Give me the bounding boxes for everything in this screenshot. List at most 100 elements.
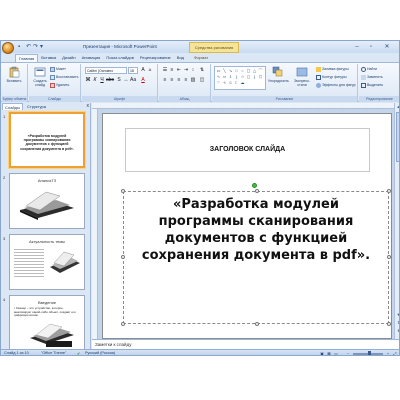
italic-icon[interactable]: К (92, 77, 98, 83)
moon-shape-icon[interactable]: ☾ (234, 80, 239, 85)
font-size-combo[interactable]: 18 (128, 67, 138, 74)
minimize-button[interactable]: – (351, 43, 363, 51)
slide-sorter-icon[interactable]: ▦ (326, 351, 332, 355)
tab-outline[interactable]: Структура (25, 103, 48, 110)
delete-slide-button[interactable]: Удалить (50, 82, 69, 88)
tab-animation[interactable]: Анимация (79, 54, 104, 62)
grow-font-icon[interactable]: A (140, 67, 146, 73)
font-color-icon[interactable]: A (140, 77, 146, 83)
line-spacing-icon[interactable]: ↕ (190, 67, 196, 73)
paste-button[interactable]: Вставить (6, 65, 22, 91)
bold-icon[interactable]: Ж (85, 77, 91, 83)
previous-slide-icon[interactable]: ⇞ (395, 319, 399, 326)
textbox-shape-icon[interactable]: ▭ (216, 68, 221, 73)
slide-thumbnail-3[interactable]: Актуальность темы (9, 234, 85, 290)
customize-qat-icon[interactable]: ▾ (40, 44, 46, 50)
resize-handle[interactable] (255, 189, 259, 193)
arrange-button[interactable]: Упорядочить (268, 65, 289, 91)
zoom-in-icon[interactable]: + (385, 351, 391, 355)
right-arrow-shape-icon[interactable]: ⇨ (222, 74, 227, 79)
smartart-icon[interactable]: ◫ (199, 77, 205, 83)
text-direction-icon[interactable]: ⇅ (199, 67, 205, 73)
scroll-down-icon[interactable]: ▼ (395, 311, 399, 318)
zoom-slider[interactable] (353, 351, 383, 355)
shadow-icon[interactable]: S (116, 77, 122, 83)
smiley-shape-icon[interactable]: ☺ (228, 80, 233, 85)
tab-design[interactable]: Дизайн (59, 54, 78, 62)
brace-shape-icon[interactable]: { (234, 74, 239, 79)
tab-review[interactable]: Рецензирование (137, 54, 174, 62)
zoom-out-icon[interactable]: − (345, 351, 351, 355)
title-placeholder[interactable]: ЗАГОЛОВОК СЛАЙДА (125, 128, 370, 172)
bullets-icon[interactable]: ☰ (162, 67, 168, 73)
spacing-icon[interactable]: ↔ (123, 77, 129, 83)
undo-icon[interactable]: ↶ (26, 44, 32, 50)
numbering-icon[interactable]: ≡ (169, 67, 175, 73)
slide-body-text[interactable]: «Разработка модулей программы сканирован… (130, 196, 382, 264)
callout-shape-icon[interactable]: ◻ (246, 74, 251, 79)
columns-icon[interactable]: ▥ (190, 77, 196, 83)
underline-icon[interactable]: Ч (99, 77, 105, 83)
content-placeholder[interactable]: «Разработка модулей программы сканирован… (121, 183, 391, 326)
slideshow-view-icon[interactable]: ▭ (333, 351, 339, 355)
shape-fill-button[interactable]: Заливка фигуры (316, 66, 349, 72)
shapes-gallery[interactable]: ▭ ╲ ↘ □ ○ ▢ △ ⌒ ∿ ⇨ ⇩ { ☆ ◻ } ⬠ ♡ ϟ ☺ ☾ (214, 66, 266, 90)
shrink-font-icon[interactable]: A (147, 67, 153, 73)
freeform-shape-icon[interactable]: ∿ (216, 74, 221, 79)
down-arrow-shape-icon[interactable]: ⇩ (228, 74, 233, 79)
layout-button[interactable]: Макет (50, 66, 66, 72)
normal-view-icon[interactable]: ▣ (319, 351, 325, 355)
triangle-shape-icon[interactable]: △ (252, 68, 257, 73)
resize-handle[interactable] (121, 322, 125, 326)
slide-thumbnail-4[interactable]: Введение • Сканер – это устройство, кото… (9, 295, 85, 351)
slide-thumbnail-2[interactable]: АнализТЗ (9, 173, 85, 229)
tab-view[interactable]: Вид (174, 54, 187, 62)
heart-shape-icon[interactable]: ♡ (216, 80, 221, 85)
rectangle-shape-icon[interactable]: □ (234, 68, 239, 73)
strikethrough-icon[interactable]: abc (106, 77, 114, 83)
curve-shape-icon[interactable]: ⌒ (258, 68, 263, 73)
align-center-icon[interactable]: ≡ (169, 77, 175, 83)
font-name-combo[interactable]: Calibri (Основно (85, 67, 127, 74)
justify-icon[interactable]: ≡ (183, 77, 189, 83)
replace-button[interactable]: Заменить (361, 74, 383, 80)
rounded-rect-shape-icon[interactable]: ▢ (246, 68, 251, 73)
fit-to-window-icon[interactable]: ⤢ (392, 351, 398, 355)
increase-indent-icon[interactable]: ⇥ (183, 67, 189, 73)
cloud-shape-icon[interactable]: ☁ (240, 80, 245, 85)
new-slide-button[interactable]: Создать слайд (31, 65, 49, 91)
tab-slideshow[interactable]: Показ слайдов (103, 54, 137, 62)
spellcheck-icon[interactable]: ✔ (77, 351, 80, 355)
language-indicator[interactable]: Русский (Россия) (85, 351, 115, 355)
tab-insert[interactable]: Вставка (38, 54, 59, 62)
resize-handle[interactable] (387, 255, 391, 259)
arrow-shape-icon[interactable]: ↘ (228, 68, 233, 73)
lightning-shape-icon[interactable]: ϟ (222, 80, 227, 85)
resize-handle[interactable] (387, 189, 391, 193)
resize-handle[interactable] (255, 322, 259, 326)
resize-handle[interactable] (121, 255, 125, 259)
notes-pane[interactable]: Заметки к слайду (92, 339, 399, 349)
oval-shape-icon[interactable]: ○ (240, 68, 245, 73)
save-icon[interactable]: ▪ (18, 44, 24, 50)
decrease-indent-icon[interactable]: ⇤ (176, 67, 182, 73)
redo-icon[interactable]: ↷ (33, 44, 39, 50)
resize-handle[interactable] (121, 189, 125, 193)
office-button[interactable] (2, 42, 14, 54)
shape-outline-button[interactable]: Контур фигуры (316, 74, 346, 80)
tab-slides[interactable]: Слайды (2, 103, 23, 110)
quick-styles-button[interactable]: Экспресс-стили (290, 65, 314, 91)
tab-home[interactable]: Главная (15, 54, 39, 62)
pane-close-icon[interactable]: x (87, 103, 90, 109)
reset-button[interactable]: Восстановить (50, 74, 78, 80)
align-right-icon[interactable]: ≡ (176, 77, 182, 83)
shape-effects-button[interactable]: Эффекты для фигур (316, 82, 356, 88)
line-shape-icon[interactable]: ╲ (222, 68, 227, 73)
pentagon-shape-icon[interactable]: ⬠ (258, 74, 263, 79)
vertical-scrollbar[interactable]: ▲ ▼ ⇞ ⇟ (394, 103, 399, 339)
star-shape-icon[interactable]: ☆ (240, 74, 245, 79)
align-left-icon[interactable]: ≡ (162, 77, 168, 83)
find-button[interactable]: Найти (361, 66, 377, 72)
close-button[interactable]: ✕ (381, 43, 393, 51)
rotation-handle[interactable] (252, 183, 257, 188)
